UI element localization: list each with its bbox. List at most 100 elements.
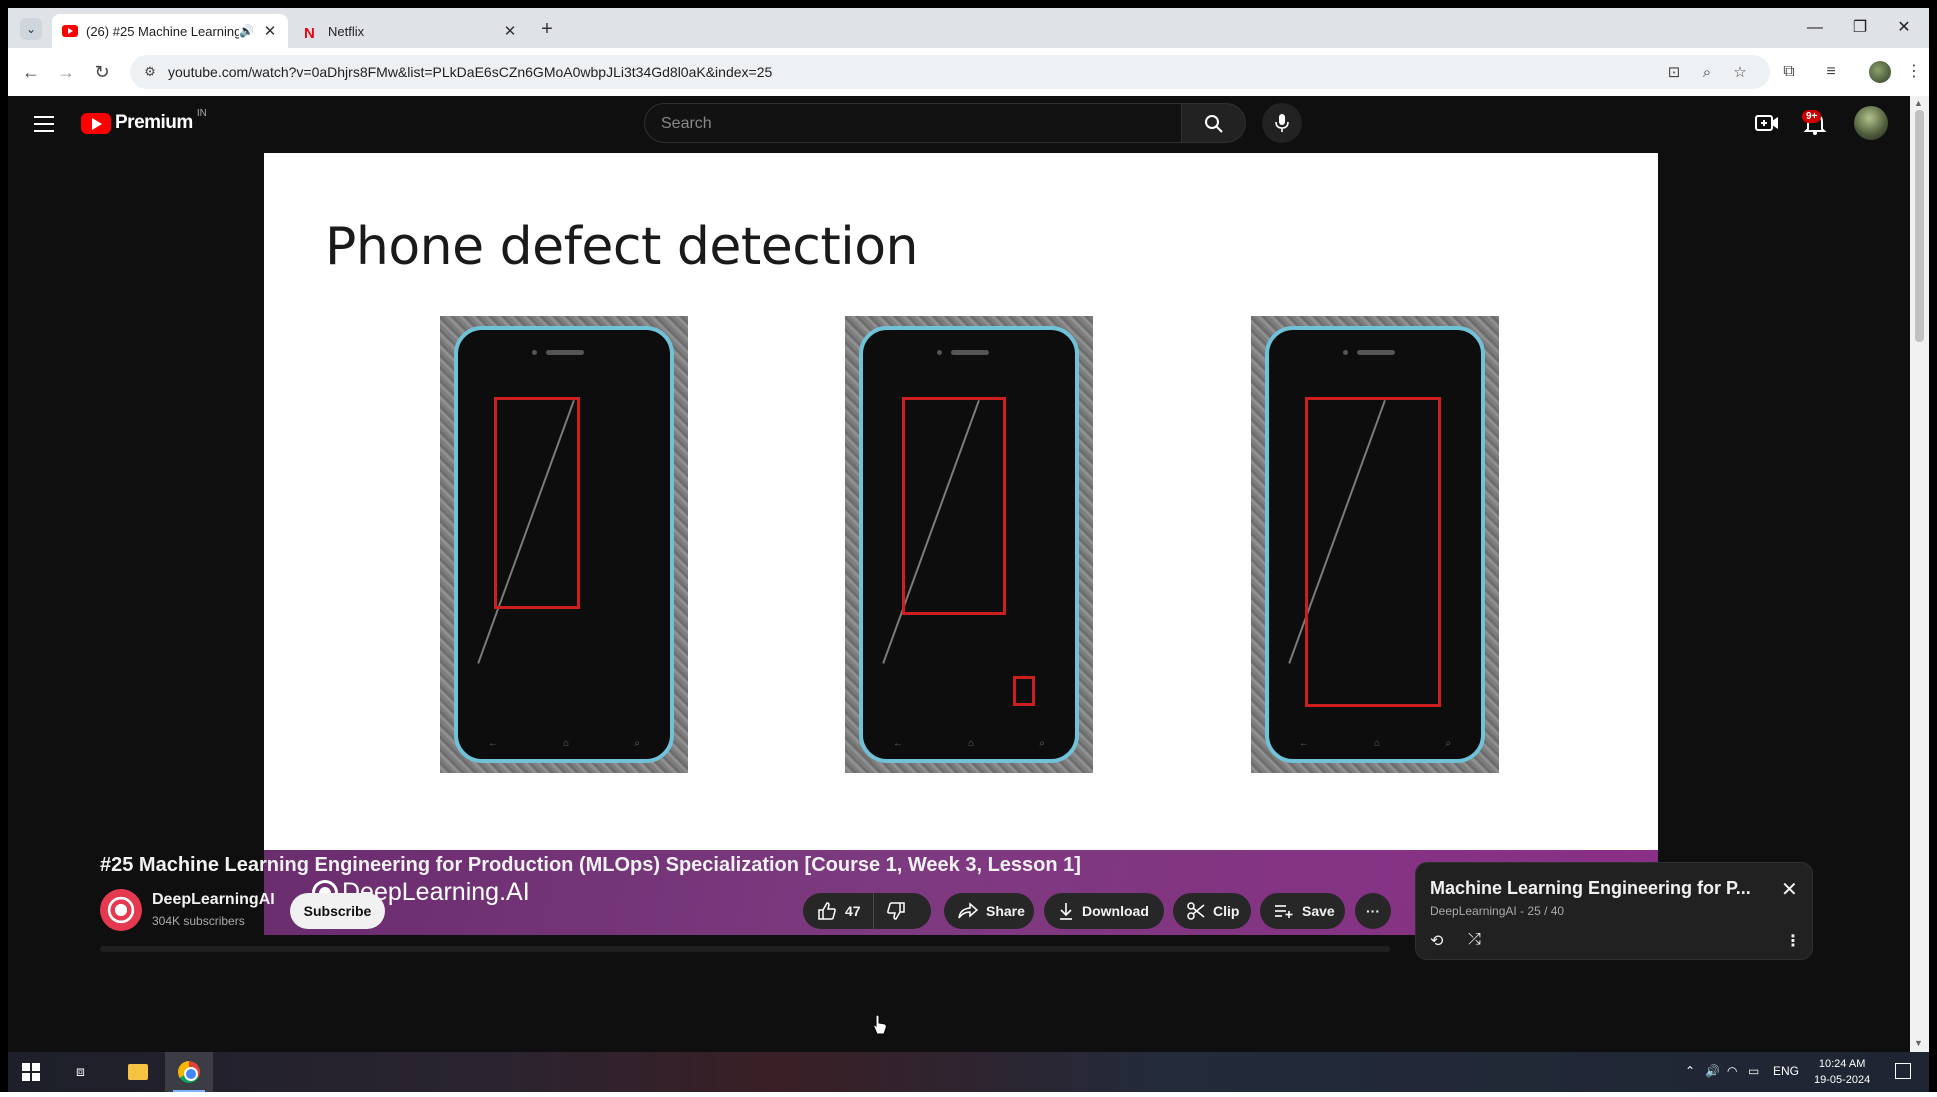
extensions-icon[interactable]: ⧉ bbox=[1778, 61, 1800, 83]
tab-netflix[interactable]: N Netflix ✕ bbox=[294, 14, 528, 48]
share-button[interactable]: Share bbox=[944, 893, 1034, 929]
defect-bounding-box bbox=[1013, 676, 1035, 706]
volume-icon[interactable]: 🔊 bbox=[1705, 1064, 1720, 1078]
screen-edge bbox=[0, 1092, 1937, 1097]
site-info-icon[interactable]: ⚙ bbox=[142, 64, 158, 80]
add-to-playlist-icon bbox=[1275, 905, 1293, 918]
save-label: Save bbox=[1302, 903, 1335, 919]
clock-date: 19-05-2024 bbox=[1814, 1074, 1871, 1086]
minimize-button[interactable]: — bbox=[1795, 16, 1835, 40]
logo-text: Premium bbox=[115, 112, 193, 133]
tab-close-icon[interactable]: ✕ bbox=[502, 22, 518, 40]
playlist-more-icon[interactable]: ⋮ bbox=[1785, 931, 1801, 951]
microphone-icon bbox=[1275, 114, 1289, 132]
playlist-close-icon[interactable]: ✕ bbox=[1781, 877, 1798, 902]
tab-youtube[interactable]: (26) #25 Machine Learning 🔊 ✕ bbox=[52, 14, 288, 48]
download-label: Download bbox=[1082, 903, 1149, 919]
back-button[interactable]: ← bbox=[19, 60, 43, 84]
browser-menu-icon[interactable]: ⋮ bbox=[1903, 61, 1925, 83]
defect-bounding-box bbox=[902, 397, 1006, 615]
more-icon: ··· bbox=[1366, 903, 1380, 919]
playlist-meta: DeepLearningAI - 25 / 40 bbox=[1430, 904, 1565, 918]
description-box-edge bbox=[100, 946, 1390, 952]
battery-icon[interactable]: ▭ bbox=[1748, 1064, 1759, 1078]
scroll-up-icon[interactable]: ▲ bbox=[1914, 98, 1923, 108]
youtube-play-icon bbox=[81, 112, 111, 134]
notification-badge: 9+ bbox=[1802, 110, 1822, 123]
menu-icon[interactable] bbox=[34, 116, 54, 132]
youtube-logo[interactable]: Premium IN bbox=[81, 108, 207, 134]
window-close-button[interactable]: ✕ bbox=[1884, 16, 1924, 40]
screen: ⌄ (26) #25 Machine Learning 🔊 ✕ N Netfli… bbox=[0, 0, 1937, 1097]
tab-title: (26) #25 Machine Learning bbox=[86, 23, 240, 39]
forward-button[interactable]: → bbox=[54, 60, 78, 84]
youtube-favicon-icon bbox=[62, 25, 78, 37]
search-placeholder: Search bbox=[661, 115, 712, 132]
phone-image: ← ⌂ ⌕ bbox=[1251, 316, 1499, 773]
defect-bounding-box bbox=[1305, 397, 1441, 707]
loop-icon[interactable]: ⟲ bbox=[1430, 931, 1443, 951]
url-text[interactable]: youtube.com/watch?v=0aDhjrs8FMw&list=PLk… bbox=[168, 64, 772, 80]
tab-close-icon[interactable]: ✕ bbox=[262, 22, 278, 40]
wifi-icon[interactable]: ◠ bbox=[1727, 1064, 1737, 1078]
account-avatar[interactable] bbox=[1854, 106, 1888, 140]
tab-title: Netflix bbox=[328, 23, 365, 39]
clock-time: 10:24 AM bbox=[1818, 1058, 1866, 1070]
like-count: 47 bbox=[845, 903, 861, 919]
shuffle-icon[interactable]: ⤮ bbox=[1468, 931, 1481, 949]
mouse-cursor-icon bbox=[873, 1014, 887, 1035]
scroll-down-icon[interactable]: ▼ bbox=[1914, 1038, 1923, 1048]
notification-center-icon[interactable] bbox=[1895, 1063, 1911, 1079]
reload-button[interactable]: ↻ bbox=[90, 60, 114, 84]
download-button[interactable]: Download bbox=[1044, 893, 1164, 929]
create-video-icon[interactable] bbox=[1754, 110, 1780, 136]
language-indicator[interactable]: ENG bbox=[1773, 1064, 1799, 1078]
scissors-icon bbox=[1187, 902, 1205, 920]
download-icon bbox=[1060, 903, 1072, 920]
speaker-icon[interactable]: 🔊 bbox=[239, 24, 254, 38]
channel-avatar[interactable] bbox=[100, 889, 142, 931]
scroll-thumb[interactable] bbox=[1915, 110, 1924, 342]
file-explorer-app[interactable] bbox=[114, 1052, 162, 1092]
browser-toolbar: ← → ↻ ⚙ youtube.com/watch?v=0aDhjrs8FMw&… bbox=[8, 48, 1929, 96]
address-bar[interactable]: ⚙ youtube.com/watch?v=0aDhjrs8FMw&list=P… bbox=[130, 55, 1770, 89]
windows-taskbar: ⧈ ⌃ 🔊 ◠ ▭ ENG 10:24 AM 19-05-2024 bbox=[8, 1052, 1929, 1092]
phone-image: ← ⌂ ⌕ bbox=[845, 316, 1093, 773]
task-view-icon[interactable]: ⧈ bbox=[76, 1063, 85, 1080]
dislike-button[interactable] bbox=[874, 901, 906, 921]
like-button[interactable]: 47 bbox=[803, 893, 874, 929]
media-control-icon[interactable]: ≡ bbox=[1820, 61, 1842, 83]
video-title: #25 Machine Learning Engineering for Pro… bbox=[100, 854, 1081, 876]
tray-expand-icon[interactable]: ⌃ bbox=[1685, 1064, 1695, 1078]
windows-start-icon[interactable] bbox=[22, 1063, 40, 1081]
tab-strip: ⌄ (26) #25 Machine Learning 🔊 ✕ N Netfli… bbox=[8, 8, 1929, 48]
profile-avatar[interactable] bbox=[1869, 61, 1891, 83]
tab-search-button[interactable]: ⌄ bbox=[20, 18, 42, 40]
save-button[interactable]: Save bbox=[1260, 893, 1345, 929]
restore-button[interactable]: ❐ bbox=[1840, 16, 1880, 40]
playlist-title[interactable]: Machine Learning Engineering for P... bbox=[1430, 878, 1751, 899]
voice-search-button[interactable] bbox=[1262, 103, 1302, 143]
playlist-panel[interactable]: Machine Learning Engineering for P... De… bbox=[1415, 862, 1813, 960]
region-code: IN bbox=[196, 107, 207, 119]
video-player[interactable]: Phone defect detection ← ⌂ ⌕ ← ⌂ ⌕ ← ⌂ ⌕… bbox=[264, 153, 1658, 935]
clip-button[interactable]: Clip bbox=[1173, 893, 1251, 929]
more-actions-button[interactable]: ··· bbox=[1355, 893, 1391, 929]
chrome-app[interactable] bbox=[165, 1052, 213, 1092]
system-clock[interactable]: 10:24 AM 19-05-2024 bbox=[1814, 1056, 1870, 1088]
channel-name[interactable]: DeepLearningAI bbox=[152, 891, 275, 909]
bookmark-star-icon[interactable]: ☆ bbox=[1731, 64, 1749, 82]
install-app-icon[interactable]: ⊡ bbox=[1665, 64, 1683, 82]
phone-image: ← ⌂ ⌕ bbox=[440, 316, 688, 773]
search-button[interactable] bbox=[1182, 103, 1246, 143]
new-tab-button[interactable]: + bbox=[536, 18, 558, 40]
search-input[interactable]: Search bbox=[644, 103, 1182, 143]
chrome-icon bbox=[178, 1061, 200, 1083]
page-scrollbar[interactable]: ▲ ▼ bbox=[1910, 96, 1929, 1052]
subscriber-count: 304K subscribers bbox=[152, 914, 245, 928]
subscribe-button[interactable]: Subscribe bbox=[290, 893, 385, 929]
defect-bounding-box bbox=[494, 397, 580, 609]
slide-title: Phone defect detection bbox=[325, 217, 919, 277]
folder-icon bbox=[128, 1064, 148, 1080]
zoom-icon[interactable]: ⌕ bbox=[1698, 64, 1716, 82]
